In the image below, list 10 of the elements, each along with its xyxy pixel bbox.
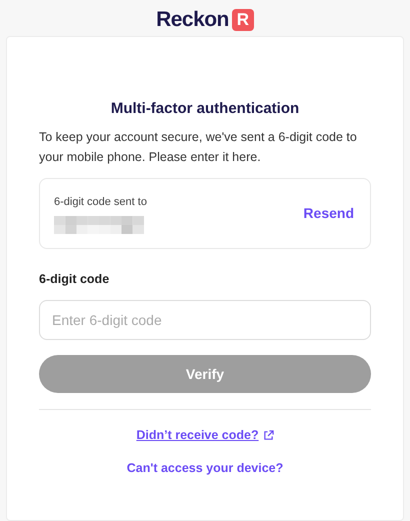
logo-badge: R	[232, 8, 254, 31]
code-input-field[interactable]: Enter 6-digit code	[39, 300, 371, 340]
code-field-label: 6-digit code	[39, 271, 110, 288]
resend-link[interactable]: Resend	[303, 203, 354, 224]
page-title: Multi-factor authentication	[110, 98, 300, 119]
intro-text: To keep your account secure, we've sent a 6-digit code to your mobile phone. Please enter it here.	[39, 129, 358, 166]
sent-to-label: 6-digit code sent to	[54, 194, 147, 210]
help-link[interactable]: Didn’t receive code?	[136, 426, 259, 445]
logo-wordmark: Reckon	[156, 9, 229, 30]
help-link[interactable]: Can't access your device?	[126, 458, 284, 478]
